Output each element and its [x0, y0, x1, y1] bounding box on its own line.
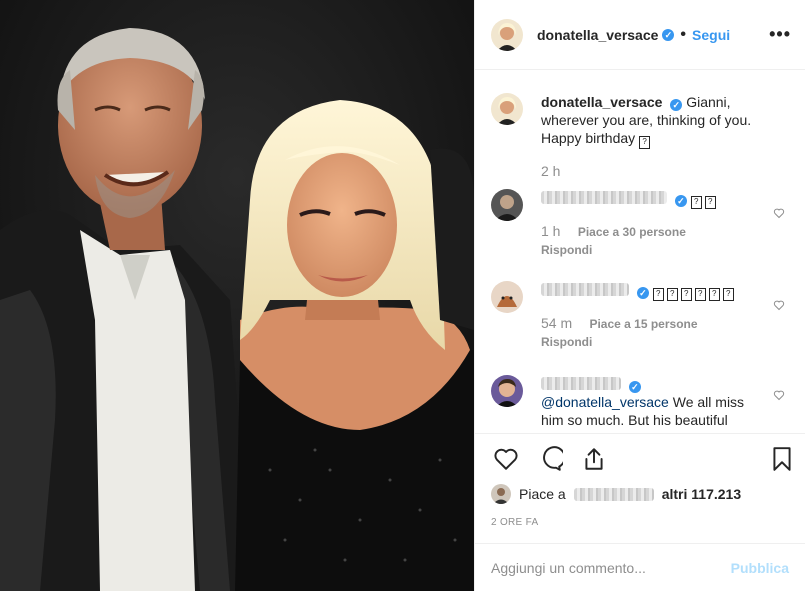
- emoji-placeholder-icon: ?: [680, 288, 692, 301]
- caption-time: 2 h: [541, 163, 561, 179]
- comment-item: ✓ ?????? 54 m Piace a 15 persone Rispond…: [475, 257, 805, 349]
- emoji-placeholder-icon: ?: [690, 196, 702, 209]
- caption-text: donatella_versace ✓ Gianni, wherever you…: [541, 93, 765, 149]
- comment-item: ✓ ?? 1 h Piace a 30 persone Rispondi: [475, 179, 805, 257]
- liker-avatar[interactable]: [491, 484, 511, 504]
- verified-badge-icon: ✓: [670, 99, 683, 111]
- comment-icon[interactable]: [537, 446, 563, 472]
- caption-line: Happy birthday: [541, 130, 636, 146]
- reply-button[interactable]: Rispondi: [541, 335, 765, 349]
- comment-text: ✓ ??: [541, 189, 765, 209]
- redacted-username[interactable]: [573, 487, 654, 501]
- caption-meta: 2 h: [541, 163, 765, 179]
- comment-text: ✓ @donatella_versace We all miss him so …: [541, 375, 765, 429]
- caption-avatar[interactable]: [491, 93, 523, 125]
- commenter-avatar[interactable]: [491, 375, 523, 407]
- comment-meta: 1 h Piace a 30 persone: [541, 223, 765, 239]
- redacted-username[interactable]: [541, 377, 621, 390]
- reply-button[interactable]: Rispondi: [541, 243, 765, 257]
- add-comment-bar: Aggiungi un commento... Pubblica: [475, 543, 805, 591]
- comment-time: 54 m: [541, 315, 573, 331]
- more-options-icon[interactable]: •••: [769, 24, 791, 45]
- author-username[interactable]: donatella_versace: [537, 27, 658, 43]
- emoji-placeholder-icon: ?: [666, 288, 678, 301]
- comment-text: ✓ ??????: [541, 281, 765, 301]
- follow-button[interactable]: Segui: [692, 27, 730, 43]
- comment-body: him so much. But his beautiful: [541, 412, 728, 428]
- post-date[interactable]: 2 ORE FA: [491, 517, 538, 528]
- mention-link[interactable]: @donatella_versace: [541, 394, 669, 410]
- separator-dot: •: [680, 25, 687, 43]
- verified-badge-icon: ✓: [674, 195, 687, 207]
- post-panel: donatella_versace ✓ • Segui ••• donatell…: [474, 0, 805, 591]
- verified-badge-icon: ✓: [636, 287, 649, 299]
- comment-likes[interactable]: Piace a 15 persone: [589, 317, 697, 331]
- publish-button[interactable]: Pubblica: [731, 560, 789, 576]
- emoji-placeholder-icon: ?: [652, 288, 664, 301]
- likes-prefix: Piace a: [519, 486, 566, 502]
- comment-like-heart-icon[interactable]: [773, 299, 785, 311]
- author-avatar[interactable]: [491, 18, 523, 51]
- caption-line: Gianni,: [686, 94, 731, 110]
- emoji-placeholder-icon: ?: [694, 288, 706, 301]
- share-icon[interactable]: [581, 446, 607, 472]
- post-photo[interactable]: [0, 0, 474, 591]
- emoji-placeholder-icon: ?: [704, 196, 716, 209]
- bookmark-icon[interactable]: [769, 446, 795, 472]
- caption-line: wherever you are, thinking of you.: [541, 112, 752, 128]
- heart-icon[interactable]: [493, 446, 519, 472]
- redacted-username[interactable]: [541, 283, 629, 296]
- comment-time: 1 h: [541, 223, 561, 239]
- verified-badge-icon: ✓: [628, 381, 641, 393]
- post-image: [0, 0, 474, 591]
- emoji-placeholder-icon: ?: [708, 288, 720, 301]
- comment-likes[interactable]: Piace a 30 persone: [578, 225, 686, 239]
- likes-summary: Piace a altri 117.213: [491, 484, 741, 504]
- comment-item: ✓ @donatella_versace We all miss him so …: [475, 349, 805, 429]
- comment-like-heart-icon[interactable]: [773, 389, 785, 401]
- comment-like-heart-icon[interactable]: [773, 207, 785, 219]
- action-bar: [475, 433, 805, 480]
- caption-author[interactable]: donatella_versace: [541, 94, 662, 110]
- likes-count[interactable]: altri 117.213: [662, 486, 741, 502]
- redacted-username[interactable]: [541, 191, 667, 204]
- caption: donatella_versace ✓ Gianni, wherever you…: [475, 71, 805, 179]
- comments-list[interactable]: donatella_versace ✓ Gianni, wherever you…: [475, 71, 805, 433]
- commenter-avatar[interactable]: [491, 189, 523, 221]
- emoji-placeholder-icon: ?: [722, 288, 734, 301]
- comment-body: We all miss: [668, 394, 745, 410]
- comment-input[interactable]: Aggiungi un commento...: [491, 560, 731, 576]
- comment-meta: 54 m Piace a 15 persone: [541, 315, 765, 331]
- post-header: donatella_versace ✓ • Segui •••: [475, 0, 805, 70]
- emoji-placeholder-icon: ?: [639, 136, 651, 149]
- commenter-avatar[interactable]: [491, 281, 523, 313]
- verified-badge-icon: ✓: [662, 28, 675, 41]
